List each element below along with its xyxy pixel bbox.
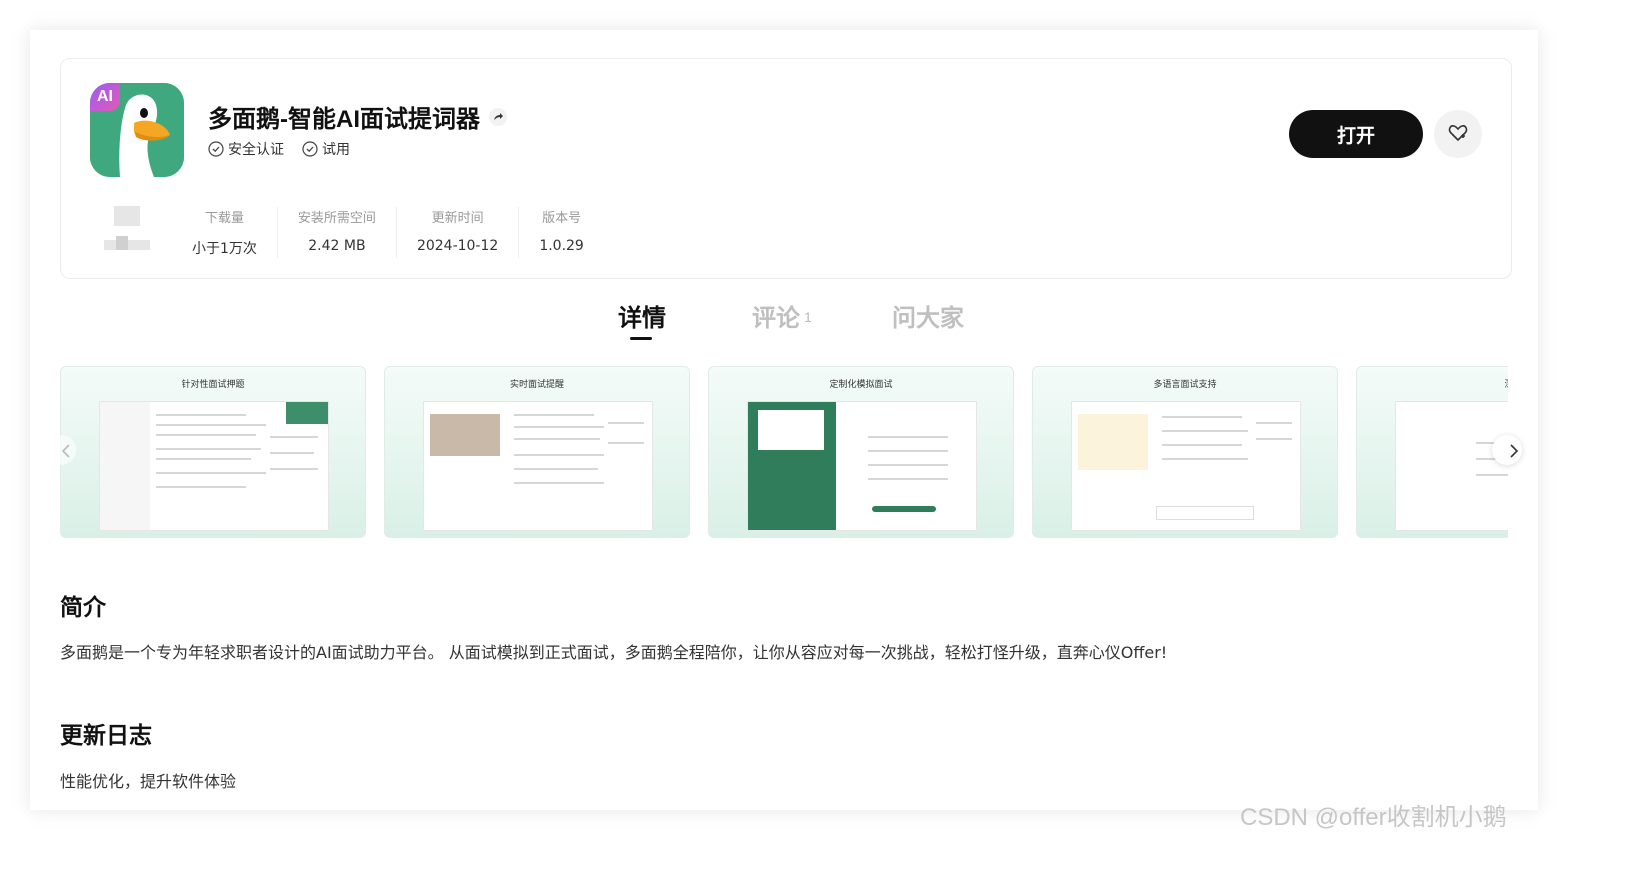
app-icon: AI bbox=[90, 83, 184, 177]
watermark: CSDN @offer收割机小鹅 bbox=[1240, 804, 1507, 831]
tab-reviews[interactable]: 评论 1 bbox=[752, 298, 812, 333]
stat-value: 2.42 MB bbox=[308, 238, 366, 254]
stat-size: 安装所需空间 2.42 MB bbox=[276, 207, 396, 258]
tab-qa[interactable]: 问大家 bbox=[892, 298, 964, 333]
app-stats: 下载量 小于1万次 安装所需空间 2.42 MB 更新时间 2024-10-12… bbox=[172, 207, 604, 258]
stat-value: 1.0.29 bbox=[539, 238, 584, 254]
screenshot-title: 深 bbox=[1357, 377, 1508, 390]
changelog-text: 性能优化，提升软件体验 bbox=[60, 772, 237, 791]
chevron-right-icon bbox=[1510, 444, 1519, 458]
carousel-prev-button[interactable] bbox=[46, 435, 76, 465]
intro-text: 多面鹅是一个专为年轻求职者设计的AI面试助力平台。 从面试模拟到正式面试，多面鹅… bbox=[60, 643, 1168, 662]
screenshot-window bbox=[99, 401, 329, 531]
stat-label: 更新时间 bbox=[431, 211, 484, 226]
chevron-left-icon bbox=[61, 444, 70, 458]
active-tab-indicator bbox=[630, 337, 652, 340]
tag-label: 安全认证 bbox=[228, 142, 284, 158]
stat-value: 小于1万次 bbox=[192, 241, 257, 257]
tag-label: 试用 bbox=[322, 142, 350, 158]
screenshot-window bbox=[423, 401, 653, 531]
intro-title: 简介 bbox=[60, 594, 106, 620]
screenshot-item[interactable]: 深 bbox=[1356, 366, 1508, 538]
screenshot-item[interactable]: 定制化模拟面试 bbox=[708, 366, 1014, 538]
app-title: 多面鹅-智能AI面试提词器 bbox=[208, 106, 480, 133]
screenshot-title: 实时面试提醒 bbox=[509, 380, 564, 390]
tab-details[interactable]: 详情 bbox=[618, 298, 666, 333]
carousel-next-button[interactable] bbox=[1492, 435, 1522, 465]
ai-badge: AI bbox=[90, 83, 120, 111]
screenshot-title: 多语言面试支持 bbox=[1153, 380, 1217, 390]
check-circle-icon bbox=[208, 141, 224, 157]
app-tags: 安全认证 试用 bbox=[208, 139, 350, 159]
open-button[interactable]: 打开 bbox=[1289, 110, 1423, 158]
screenshot-item[interactable]: 实时面试提醒 bbox=[384, 366, 690, 538]
screenshot-item[interactable]: 多语言面试支持 bbox=[1032, 366, 1338, 538]
screenshot-window bbox=[747, 401, 977, 531]
screenshot-window bbox=[1395, 401, 1508, 531]
screenshot-title: 针对性面试押题 bbox=[181, 380, 245, 390]
screenshot-window bbox=[1071, 401, 1301, 531]
stat-version: 版本号 1.0.29 bbox=[518, 207, 604, 258]
screenshot-item[interactable]: 针对性面试押题 bbox=[60, 366, 366, 538]
app-detail-page: AI 多面鹅-智能AI面试提词器 安全认证 试用 打开 下载量 小于1万次 安装… bbox=[30, 30, 1538, 810]
app-header-card: AI 多面鹅-智能AI面试提词器 安全认证 试用 打开 下载量 小于1万次 安装… bbox=[60, 58, 1512, 279]
stat-label: 版本号 bbox=[542, 211, 582, 226]
stat-update-time: 更新时间 2024-10-12 bbox=[395, 207, 518, 258]
screenshot-title: 定制化模拟面试 bbox=[829, 380, 893, 390]
heart-plus-icon bbox=[1448, 124, 1468, 141]
changelog-title: 更新日志 bbox=[60, 722, 152, 748]
stat-label: 安装所需空间 bbox=[297, 211, 376, 226]
stat-value: 2024-10-12 bbox=[416, 238, 499, 254]
stat-downloads: 下载量 小于1万次 bbox=[172, 207, 277, 258]
favorite-button[interactable] bbox=[1434, 110, 1482, 158]
developer-logo bbox=[104, 206, 150, 252]
stat-label: 下载量 bbox=[204, 211, 244, 226]
screenshot-carousel: 针对性面试押题 实时面试提醒 定制化模拟面试 多语言面试支持 bbox=[60, 366, 1508, 538]
tag-trial: 试用 bbox=[302, 139, 350, 159]
review-count: 1 bbox=[804, 309, 812, 325]
share-icon[interactable] bbox=[489, 108, 507, 126]
detail-tabs: 详情 评论 1 问大家 bbox=[30, 298, 1538, 348]
tag-security: 安全认证 bbox=[208, 139, 284, 159]
check-circle-icon bbox=[302, 141, 318, 157]
tab-label: 评论 bbox=[752, 305, 800, 332]
